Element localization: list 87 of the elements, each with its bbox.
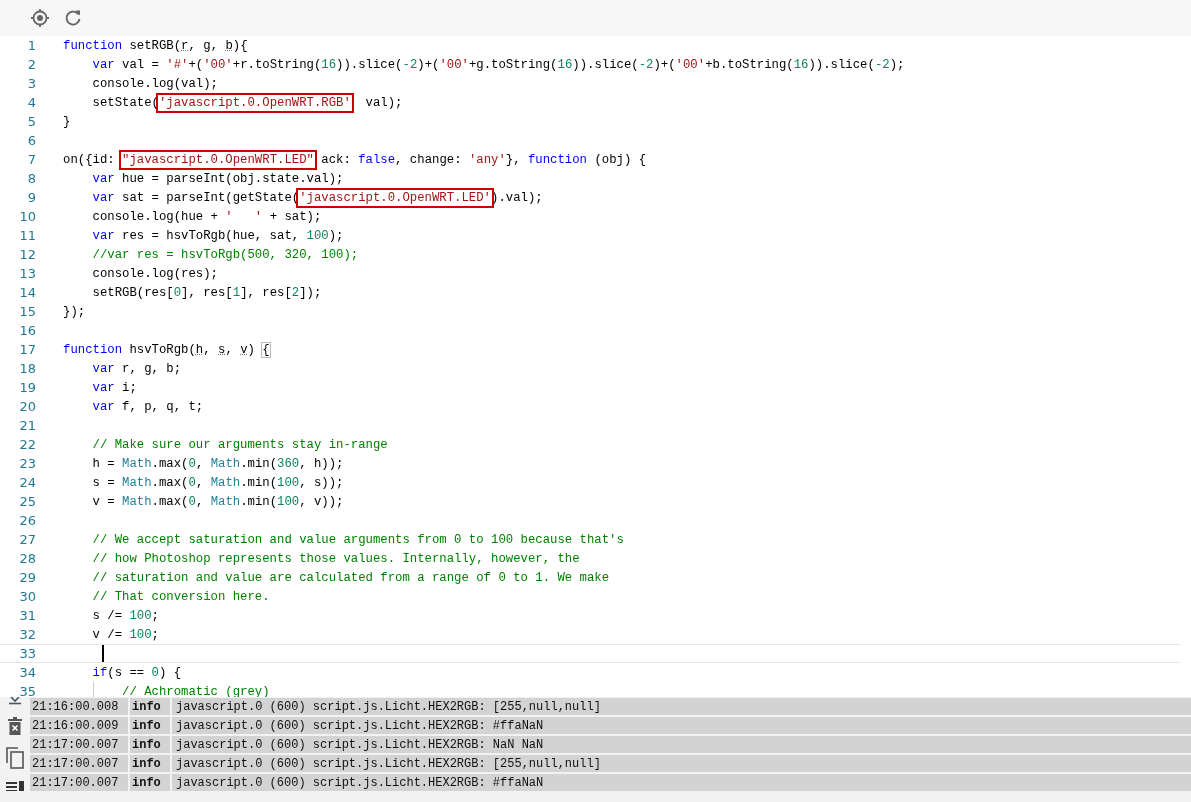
line-number: 16 <box>18 323 36 338</box>
line-number: 7 <box>26 152 36 167</box>
log-time: 21:17:00.007 <box>30 736 128 753</box>
log-time: 21:17:00.007 <box>30 774 128 791</box>
line-number: 10 <box>18 209 36 224</box>
code-line: }); <box>63 304 86 319</box>
log-message: javascript.0 (600) script.js.Licht.HEX2RGB: #ffaNaN <box>172 774 1191 791</box>
line-number: 26 <box>18 513 36 528</box>
list-icon[interactable] <box>6 781 24 791</box>
line-number: 11 <box>18 228 36 243</box>
line-number: 23 <box>18 456 36 471</box>
line-number: 35 <box>18 684 36 697</box>
log-severity: info <box>130 717 170 734</box>
log-time: 21:16:00.008 <box>30 698 128 715</box>
log-severity: info <box>130 774 170 791</box>
code-line: var hue = parseInt(obj.state.val); <box>92 171 344 186</box>
line-number: 6 <box>26 133 36 148</box>
line-number: 20 <box>18 399 36 414</box>
log-severity: info <box>130 736 170 753</box>
trash-icon[interactable] <box>8 717 22 735</box>
arrow-down-icon[interactable] <box>8 697 22 705</box>
line-number: 14 <box>18 285 36 300</box>
line-number: 8 <box>26 171 36 186</box>
line-number: 15 <box>18 304 36 319</box>
line-number: 4 <box>26 95 36 110</box>
code-line: v /= 100; <box>92 627 159 642</box>
line-number: 9 <box>26 190 36 205</box>
line-number: 12 <box>18 247 36 262</box>
line-number: 25 <box>18 494 36 509</box>
code-line: setRGB(res[0], res[1], res[2]); <box>92 285 322 300</box>
line-number: 1 <box>26 38 36 53</box>
line-number: 17 <box>18 342 36 357</box>
code-line: console.log(val); <box>92 76 218 91</box>
code-line: console.log(res); <box>92 266 218 281</box>
log-time: 21:17:00.007 <box>30 755 128 772</box>
code-line: var i; <box>92 380 137 395</box>
code-line: if(s == 0) { <box>92 665 182 680</box>
line-number: 28 <box>18 551 36 566</box>
code-line: var sat = parseInt(getState('javascript.0.OpenWRT.LED').val); <box>92 190 543 205</box>
code-line: // That conversion here. <box>92 589 270 604</box>
line-number: 29 <box>18 570 36 585</box>
code-line: } <box>63 114 71 129</box>
line-number: 5 <box>26 114 36 129</box>
line-number: 22 <box>18 437 36 452</box>
code-line: s = Math.max(0, Math.min(100, s)); <box>92 475 344 490</box>
line-number: 19 <box>18 380 36 395</box>
log-message: javascript.0 (600) script.js.Licht.HEX2RGB: NaN NaN <box>172 736 1191 753</box>
code-line: v = Math.max(0, Math.min(100, v)); <box>92 494 344 509</box>
log-time: 21:16:00.009 <box>30 717 128 734</box>
log-message: javascript.0 (600) script.js.Licht.HEX2RGB: [255,null,null] <box>172 755 1191 772</box>
line-number: 32 <box>18 627 36 642</box>
code-line: var val = '#'+('00'+r.toString(16)).slice(-2)+('00'+g.toString(16)).slice(-2)+('00'+b.toString(16)).slice(-2); <box>92 57 905 72</box>
code-line: // Make sure our arguments stay in-range <box>92 437 388 452</box>
line-number: 31 <box>18 608 36 623</box>
crosshair-icon[interactable] <box>30 8 50 28</box>
code-line: var res = hsvToRgb(hue, sat, 100); <box>92 228 344 243</box>
code-line: // how Photoshop represents those values. Internally, however, the <box>92 551 580 566</box>
code-line: //var res = hsvToRgb(500, 320, 100); <box>92 247 359 262</box>
copy-icon[interactable] <box>6 747 24 769</box>
line-number: 27 <box>18 532 36 547</box>
line-number: 18 <box>18 361 36 376</box>
line-number: 34 <box>18 665 36 680</box>
refresh-icon[interactable] <box>63 8 83 28</box>
code-line: on({id: "javascript.0.OpenWRT.LED" ack: false, change: 'any'}, function (obj) { <box>63 152 647 167</box>
line-number: 3 <box>26 76 36 91</box>
code-line: // We accept saturation and value arguments from 0 to 100 because that's <box>92 532 624 547</box>
code-line: console.log(hue + ' ' + sat); <box>92 209 322 224</box>
code-line: var r, g, b; <box>92 361 182 376</box>
line-number: 33 <box>18 646 36 661</box>
code-line: function setRGB(r, g, b){ <box>63 38 248 53</box>
code-line: s /= 100; <box>92 608 159 623</box>
code-line: h = Math.max(0, Math.min(360, h)); <box>92 456 344 471</box>
line-number: 2 <box>26 57 36 72</box>
log-severity: info <box>130 755 170 772</box>
log-severity: info <box>130 698 170 715</box>
code-line: setState('javascript.0.OpenWRT.RGB' val); <box>92 95 403 110</box>
line-number: 21 <box>18 418 36 433</box>
log-message: javascript.0 (600) script.js.Licht.HEX2RGB: #ffaNaN <box>172 717 1191 734</box>
code-line: function hsvToRgb(h, s, v) { <box>63 342 270 357</box>
code-line: // saturation and value are calculated from a range of 0 to 1. We make <box>92 570 610 585</box>
code-line: var f, p, q, t; <box>92 399 204 414</box>
log-message: javascript.0 (600) script.js.Licht.HEX2RGB: [255,null,null] <box>172 698 1191 715</box>
line-number: 24 <box>18 475 36 490</box>
code-line: // Achromatic (grey) <box>122 684 270 697</box>
line-number: 13 <box>18 266 36 281</box>
text-cursor <box>102 645 104 662</box>
line-number: 30 <box>18 589 36 604</box>
